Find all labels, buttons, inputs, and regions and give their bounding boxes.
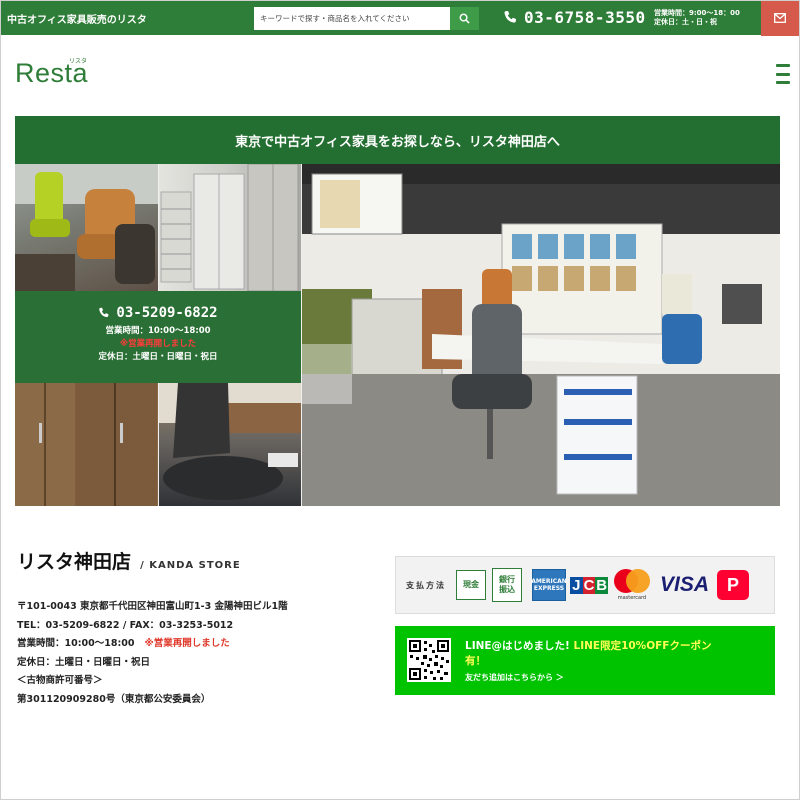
gallery-divider [301, 164, 302, 506]
store-name: リスタ神田店 [17, 551, 132, 573]
header-phone-number: 03-6758-3550 [524, 8, 646, 27]
hero-notice: ※営業再開しました [119, 339, 197, 349]
jcb-letter-j: J [570, 576, 583, 594]
license-label: ＜古物商許可番号＞ [17, 675, 103, 686]
search-button[interactable] [450, 7, 479, 30]
photo-office-chairs [15, 164, 158, 291]
hero-banner: 東京で中古オフィス家具をお探しなら、リスタ神田店へ [15, 116, 780, 164]
paypay-logo: P [717, 570, 750, 600]
store-hours: 営業時間：10:00〜18:00 [17, 638, 135, 649]
store-notice: ※営業再開しました [144, 638, 230, 649]
license-number: 第301120909280号（東京都公安委員会） [17, 693, 211, 705]
photo-store-interior [302, 164, 780, 506]
cash-badge: 現金 [456, 570, 486, 600]
hero-phone-number: 03-5209-6822 [116, 305, 218, 321]
photo-steel-cabinets [158, 164, 301, 291]
store-holidays: 定休日：土曜日・日曜日・祝日 [17, 656, 151, 668]
line-banner[interactable]: LINE@はじめました! LINE限定10%OFFクーポン有！ 友だち追加はこち… [395, 626, 775, 695]
line-title: LINE@はじめました! LINE限定10%OFFクーポン有！ [465, 639, 765, 669]
header-hours-time: 営業時間：9:00〜18：00 [654, 9, 740, 17]
banner-text: 東京で中古オフィス家具をお探しなら、リスタ神田店へ [235, 134, 560, 150]
bank-line-2: 振込 [499, 585, 515, 594]
search-input[interactable] [254, 7, 450, 30]
bank-transfer-badge: 銀行 振込 [492, 568, 522, 602]
photo-wood-cabinets [15, 383, 158, 506]
hero-info-box: 03-5209-6822 営業時間：10:00〜18:00 ※営業再開しました … [15, 291, 301, 383]
store-name-en: / KANDA STORE [140, 560, 241, 571]
amex-line-1: AMERICAN [531, 578, 567, 585]
gallery-divider [158, 164, 159, 291]
store-address: 〒101-0043 東京都千代田区神田富山町1-3 金陽神田ビル1階 [17, 601, 288, 612]
mail-button[interactable] [761, 0, 799, 36]
line-title-white: LINE@はじめました! [465, 640, 574, 652]
jcb-letter-c: C [582, 576, 596, 594]
photo-mesh-chair [158, 383, 301, 506]
phone-icon [504, 10, 517, 23]
store-hours-row: 営業時間：10:00〜18:00 ※営業再開しました [17, 635, 288, 654]
store-title: リスタ神田店 / KANDA STORE [17, 547, 241, 574]
hero-hours: 営業時間：10:00〜18:00 [105, 326, 211, 336]
phone-icon [99, 307, 109, 318]
mastercard-text: mastercard [617, 595, 647, 601]
visa-logo: VISA [660, 573, 710, 596]
store-tel-fax: TEL：03-5209-6822 / FAX：03-3253-5012 [17, 619, 234, 631]
site-logo[interactable]: Resta リスタ [15, 58, 88, 87]
payment-methods: 支払方法 現金 銀行 振込 AMERICAN EXPRESS J C B maste… [395, 556, 775, 614]
hero-phone-link[interactable]: 03-5209-6822 [15, 305, 301, 321]
header-hours-closed: 定休日：土・日・祝 [654, 18, 717, 26]
jcb-letter-b: B [595, 576, 608, 594]
line-title-yellow: LINE限定10%OFFクーポン [573, 640, 712, 652]
amex-line-2: EXPRESS [533, 585, 565, 592]
store-details: 〒101-0043 東京都千代田区神田富山町1-3 金陽神田ビル1階 TEL：0… [17, 598, 288, 709]
hero-holidays: 定休日：土曜日・日曜日・祝日 [98, 352, 218, 362]
mastercard-logo: mastercard [612, 569, 652, 601]
payment-label: 支払方法 [406, 580, 446, 590]
search-icon [459, 13, 470, 24]
bank-line-1: 銀行 [499, 575, 515, 584]
hero-gallery: 03-5209-6822 営業時間：10:00〜18:00 ※営業再開しました … [15, 164, 780, 506]
qr-code-icon [407, 638, 451, 682]
gallery-divider [158, 383, 159, 506]
mail-icon [774, 13, 786, 23]
top-bar: 中古オフィス家具販売のリスタ 03-6758-3550 営業時間：9:00〜18… [1, 0, 799, 36]
site-tagline: 中古オフィス家具販売のリスタ [7, 15, 147, 26]
logo-ruby: リスタ [69, 58, 88, 65]
line-title-end: 有！ [465, 655, 486, 667]
menu-icon[interactable] [776, 64, 792, 84]
header-phone-link[interactable]: 03-6758-3550 [503, 8, 646, 27]
line-add-friend-link[interactable]: 友だち追加はこちらから ＞ [465, 672, 564, 683]
amex-logo: AMERICAN EXPRESS [531, 569, 567, 601]
search-form [254, 7, 479, 30]
jcb-logo: J C B [570, 570, 608, 600]
header-hours: 営業時間：9:00〜18：00 定休日：土・日・祝 [654, 9, 740, 27]
